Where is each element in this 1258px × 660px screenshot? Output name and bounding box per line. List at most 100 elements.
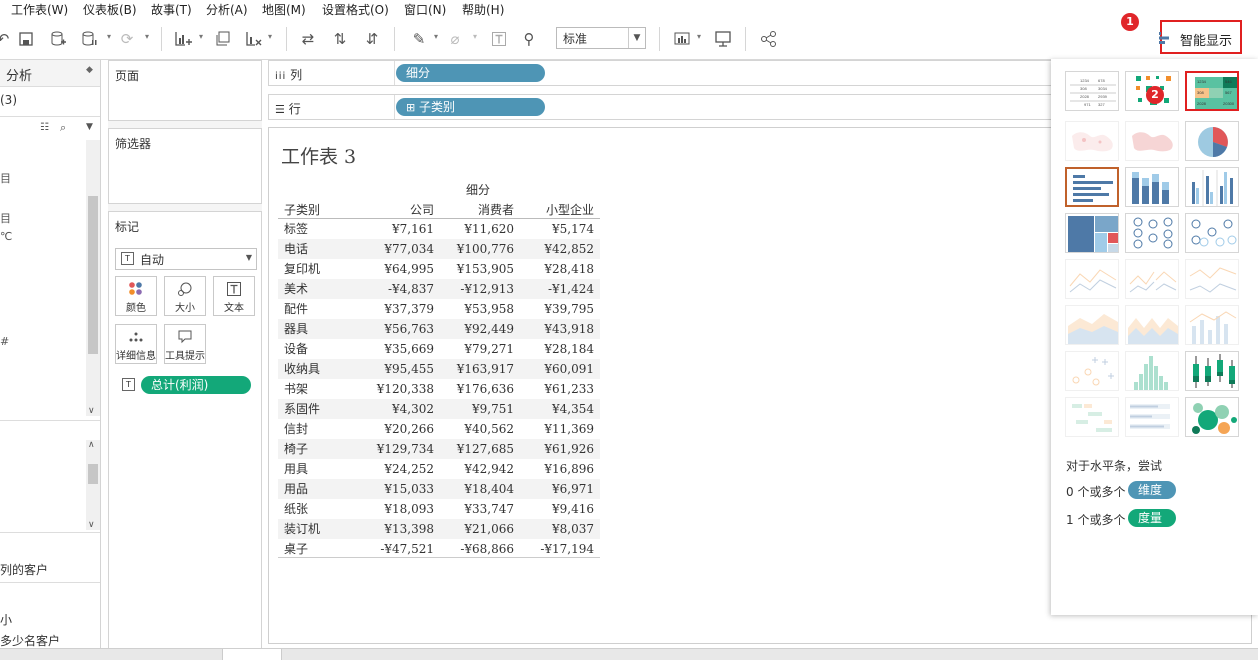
table-cell[interactable]: ¥9,751 <box>440 399 514 419</box>
chevron-down-icon[interactable]: ∨ <box>88 406 95 416</box>
table-cell[interactable]: ¥120,338 <box>360 379 434 399</box>
mark-type-select[interactable]: T 自动 ▼ <box>115 248 257 270</box>
filters-card[interactable]: 筛选器 <box>108 128 262 204</box>
detail-button[interactable]: 详细信息 <box>115 324 157 364</box>
row-label[interactable]: 信封 <box>284 419 308 439</box>
segment-pill[interactable]: 细分 <box>396 64 545 82</box>
column-header[interactable]: 消费者 <box>440 201 514 218</box>
row-label[interactable]: 系固件 <box>284 399 320 419</box>
table-cell[interactable]: -¥47,521 <box>360 539 434 559</box>
table-cell[interactable]: ¥79,271 <box>440 339 514 359</box>
analytics-tab-label[interactable]: 分析 <box>6 65 32 84</box>
duplicate-sheet-icon[interactable] <box>212 28 234 50</box>
menu-story[interactable]: 故事(T) <box>151 1 192 18</box>
table-cell[interactable]: ¥129,734 <box>360 439 434 459</box>
row-label[interactable]: 椅子 <box>284 439 308 459</box>
tooltip-button[interactable]: 工具提示 <box>164 324 206 364</box>
undo-icon[interactable]: ↶ <box>0 28 14 50</box>
circle-view-thumb[interactable] <box>1125 213 1179 253</box>
dual-line-thumb[interactable] <box>1185 259 1239 299</box>
table-cell[interactable]: ¥11,369 <box>520 419 594 439</box>
table-cell[interactable]: ¥20,266 <box>360 419 434 439</box>
packed-bubbles-thumb[interactable] <box>1185 397 1239 437</box>
table-cell[interactable]: ¥56,763 <box>360 319 434 339</box>
line-discrete-thumb[interactable] <box>1125 259 1179 299</box>
table-cell[interactable]: ¥64,995 <box>360 259 434 279</box>
table-cell[interactable]: -¥17,194 <box>520 539 594 559</box>
sort-ascending-icon[interactable]: ⇅ <box>329 28 351 50</box>
new-worksheet-icon[interactable] <box>172 28 194 50</box>
table-cell[interactable]: ¥21,066 <box>440 519 514 539</box>
menu-map[interactable]: 地图(M) <box>262 1 306 18</box>
chevron-down-icon[interactable]: ▾ <box>434 32 438 41</box>
table-cell[interactable]: ¥37,379 <box>360 299 434 319</box>
table-cell[interactable]: ¥33,747 <box>440 499 514 519</box>
scatter-plot-thumb[interactable] <box>1065 351 1119 391</box>
table-cell[interactable]: ¥61,233 <box>520 379 594 399</box>
table-cell[interactable]: ¥153,905 <box>440 259 514 279</box>
clear-sheet-icon[interactable] <box>243 28 265 50</box>
menu-help[interactable]: 帮助(H) <box>462 1 504 18</box>
bullet-graph-thumb[interactable] <box>1125 397 1179 437</box>
sort-toggle-icon[interactable]: ◆ <box>86 65 93 75</box>
save-icon[interactable] <box>15 28 37 50</box>
list-view-icon[interactable]: ☷ <box>40 122 49 133</box>
row-label[interactable]: 桌子 <box>284 539 308 559</box>
area-continuous-thumb[interactable] <box>1065 305 1119 345</box>
refresh-icon[interactable]: ⟳ <box>116 28 138 50</box>
table-cell[interactable]: ¥6,971 <box>520 479 594 499</box>
row-label[interactable]: 收纳具 <box>284 359 320 379</box>
row-label[interactable]: 书架 <box>284 379 308 399</box>
row-label[interactable]: 设备 <box>284 339 308 359</box>
table-cell[interactable]: ¥7,161 <box>360 219 434 239</box>
device-preview-icon[interactable] <box>712 28 734 50</box>
chevron-down-icon[interactable]: ▾ <box>473 32 477 41</box>
table-cell[interactable]: ¥4,354 <box>520 399 594 419</box>
table-cell[interactable]: ¥13,398 <box>360 519 434 539</box>
parameter-item[interactable]: 多少名客户 <box>0 632 60 649</box>
text-button[interactable]: 文本 <box>213 276 255 316</box>
dual-combination-thumb[interactable] <box>1185 305 1239 345</box>
column-header[interactable]: 小型企业 <box>520 201 594 218</box>
horizontal-bar-thumb[interactable] <box>1065 167 1119 207</box>
group-clip-icon[interactable]: ⌀ <box>444 28 466 50</box>
size-button[interactable]: 大小 <box>164 276 206 316</box>
measure-pill[interactable]: 总计(利润) <box>141 376 251 394</box>
menu-analysis[interactable]: 分析(A) <box>206 1 248 18</box>
side-by-side-circle-thumb[interactable] <box>1185 213 1239 253</box>
menu-dashboard[interactable]: 仪表板(B) <box>83 1 137 18</box>
show-labels-icon[interactable] <box>488 28 510 50</box>
table-cell[interactable]: ¥40,562 <box>440 419 514 439</box>
table-cell[interactable]: ¥42,942 <box>440 459 514 479</box>
fit-select[interactable]: 标准 ▼ <box>556 27 646 49</box>
table-cell[interactable]: ¥53,958 <box>440 299 514 319</box>
box-whisker-thumb[interactable] <box>1185 351 1239 391</box>
table-cell[interactable]: -¥68,866 <box>440 539 514 559</box>
table-cell[interactable]: -¥4,837 <box>360 279 434 299</box>
table-cell[interactable]: ¥163,917 <box>440 359 514 379</box>
field-fragment[interactable]: ℃ <box>0 230 12 243</box>
highlight-table-thumb[interactable]: 1234 546 308 567 2028 20300 <box>1185 71 1239 111</box>
column-header[interactable]: 公司 <box>360 201 434 218</box>
chevron-down-icon[interactable]: ▾ <box>268 32 272 41</box>
chevron-down-icon[interactable]: ▾ <box>697 32 701 41</box>
table-cell[interactable]: ¥28,184 <box>520 339 594 359</box>
row-label[interactable]: 配件 <box>284 299 308 319</box>
table-cell[interactable]: ¥11,620 <box>440 219 514 239</box>
sort-descending-icon[interactable]: ⇵ <box>361 28 383 50</box>
field-fragment[interactable]: # <box>0 335 9 348</box>
share-icon[interactable] <box>758 28 780 50</box>
table-cell[interactable]: ¥5,174 <box>520 219 594 239</box>
scrollbar-thumb[interactable] <box>88 196 98 354</box>
new-datasource-icon[interactable] <box>47 28 69 50</box>
filled-map-thumb[interactable] <box>1125 121 1179 161</box>
table-cell[interactable]: -¥1,424 <box>520 279 594 299</box>
highlight-pen-icon[interactable]: ✎ <box>408 28 430 50</box>
field-fragment[interactable]: 目 <box>0 170 11 186</box>
dimensions-scrollbar[interactable]: ∨ <box>86 140 100 416</box>
color-button[interactable]: 颜色 <box>115 276 157 316</box>
chevron-down-icon[interactable]: ▾ <box>145 32 149 41</box>
active-sheet-tab[interactable] <box>222 649 282 660</box>
table-cell[interactable]: ¥77,034 <box>360 239 434 259</box>
table-cell[interactable]: ¥92,449 <box>440 319 514 339</box>
